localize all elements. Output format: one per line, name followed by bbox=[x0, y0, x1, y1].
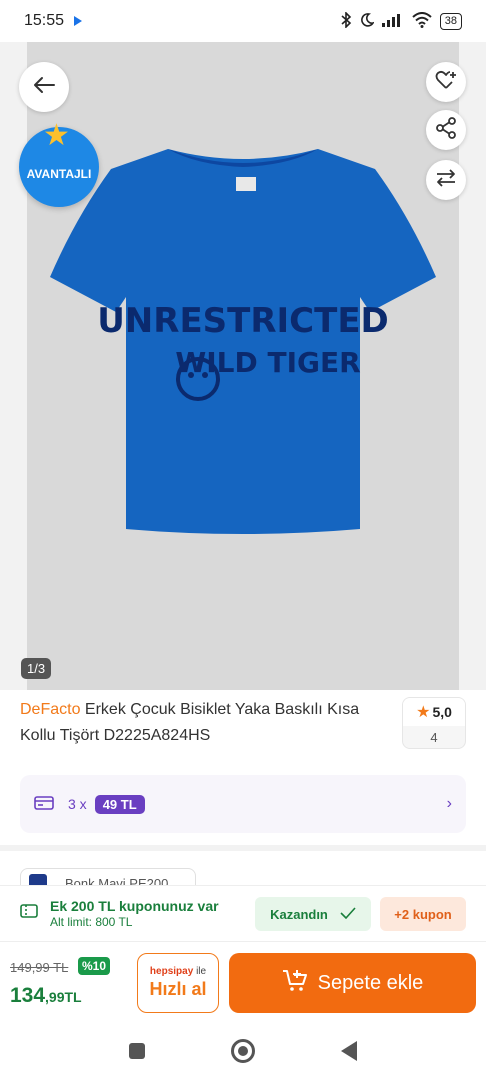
star-icon: ★ bbox=[416, 704, 431, 721]
system-nav-bar bbox=[0, 1021, 486, 1080]
page-indicator: 1/3 bbox=[21, 658, 52, 679]
rating-box[interactable]: ★ 5,0 4 bbox=[402, 697, 466, 749]
coupon-title: Ek 200 TL kuponunuz var bbox=[50, 898, 219, 914]
installment-count: 3 x bbox=[68, 796, 87, 812]
check-icon bbox=[340, 906, 356, 922]
badge-label: AVANTAJLI bbox=[26, 167, 92, 181]
add-to-cart-button[interactable]: Sepete ekle bbox=[229, 953, 476, 1013]
system-back-button[interactable] bbox=[341, 1040, 357, 1061]
hepsipay-suffix: ile bbox=[196, 966, 207, 977]
section-divider bbox=[0, 845, 486, 851]
moon-icon bbox=[360, 12, 375, 30]
product-title: DeFacto Erkek Çocuk Bisiklet Yaka Baskıl… bbox=[20, 697, 390, 749]
swap-arrows-icon bbox=[435, 168, 457, 193]
installment-amount: 49 TL bbox=[94, 794, 145, 814]
discount-badge: %10 bbox=[78, 957, 111, 975]
rating-count: 4 bbox=[430, 729, 438, 745]
status-icons: 38 bbox=[340, 10, 462, 31]
cart-plus-icon bbox=[282, 968, 308, 998]
compare-button[interactable] bbox=[426, 160, 466, 200]
back-button[interactable] bbox=[19, 62, 69, 112]
rating-value: 5,0 bbox=[432, 704, 452, 720]
installment-banner[interactable]: 3 x 49 TL › bbox=[20, 775, 466, 833]
share-button[interactable] bbox=[426, 110, 466, 150]
coupon-subtitle: Alt limit: 800 TL bbox=[50, 915, 133, 929]
status-time: 15:55 bbox=[24, 12, 65, 29]
price-integer: 134 bbox=[10, 984, 46, 1007]
quick-buy-label: Hızlı al bbox=[149, 979, 207, 999]
hepsipay-logo: hepsipay ile bbox=[150, 966, 206, 977]
more-coupons-button[interactable]: +2 kupon bbox=[380, 897, 466, 931]
hepsipay-quick-buy-button[interactable]: hepsipay ile Hızlı al bbox=[137, 953, 219, 1013]
star-icon: ★ bbox=[43, 119, 70, 152]
add-to-cart-label: Sepete ekle bbox=[317, 971, 424, 994]
coupon-won-button[interactable]: Kazandın bbox=[255, 897, 371, 931]
tshirt-print-line1: UNRESTRICTED bbox=[97, 301, 389, 341]
brand-link[interactable]: DeFacto bbox=[20, 701, 80, 718]
play-store-icon bbox=[74, 16, 83, 26]
favorite-button[interactable] bbox=[426, 62, 466, 102]
buy-bar: 149,99 TL %10 134,99TL hepsipay ile Hızl… bbox=[0, 941, 486, 1021]
battery-icon: 38 bbox=[439, 12, 462, 30]
arrow-left-icon bbox=[33, 76, 55, 99]
rating-score: ★ 5,0 bbox=[403, 698, 465, 726]
wifi-icon bbox=[412, 11, 432, 31]
chevron-right-icon: › bbox=[446, 795, 452, 812]
share-icon bbox=[435, 116, 457, 144]
current-price: 134,99TL bbox=[10, 984, 82, 1008]
coupon-bar: Ek 200 TL kuponunuz var Alt limit: 800 T… bbox=[0, 885, 486, 941]
old-price: 149,99 TL bbox=[10, 960, 69, 975]
coupon-info: Ek 200 TL kuponunuz var Alt limit: 800 T… bbox=[50, 898, 219, 929]
home-button[interactable] bbox=[231, 1038, 255, 1063]
ticket-icon bbox=[20, 904, 38, 923]
signal-icon bbox=[381, 13, 404, 30]
hepsipay-brand: hepsipay bbox=[149, 966, 194, 977]
advantage-badge: ★ AVANTAJLI bbox=[19, 121, 99, 207]
price-decimal: ,99TL bbox=[45, 989, 82, 1005]
tshirt-image: UNRESTRICTED WILD TIGER bbox=[50, 149, 436, 534]
credit-card-icon bbox=[34, 795, 54, 813]
heart-plus-icon bbox=[435, 70, 457, 95]
bluetooth-icon bbox=[340, 10, 352, 31]
coupon-won-label: Kazandın bbox=[270, 906, 328, 922]
product-gallery[interactable]: UNRESTRICTED WILD TIGER ★ AVANTAJLI 1/3 bbox=[0, 42, 486, 690]
product-header: DeFacto Erkek Çocuk Bisiklet Yaka Baskıl… bbox=[20, 697, 466, 749]
recent-apps-button[interactable] bbox=[129, 1042, 145, 1059]
status-bar: 15:55 38 bbox=[0, 0, 486, 42]
